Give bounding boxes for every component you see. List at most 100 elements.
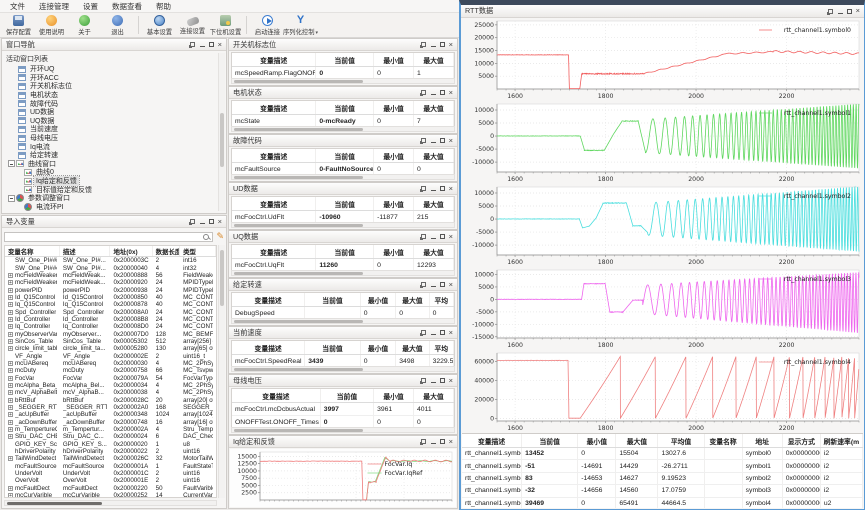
- expand-plus-icon[interactable]: +: [8, 288, 13, 293]
- close-icon[interactable]: ×: [856, 8, 860, 14]
- scroll-thumb[interactable]: [234, 368, 363, 371]
- panel-title-bar[interactable]: 当前速度×: [229, 327, 457, 339]
- expand-plus-icon[interactable]: +: [8, 310, 13, 315]
- close-icon[interactable]: ×: [449, 234, 453, 240]
- column-header[interactable]: 类型: [180, 246, 216, 256]
- scroll-thumb[interactable]: [234, 272, 363, 275]
- column-header[interactable]: 平均值: [658, 434, 704, 447]
- maximize-icon[interactable]: [440, 282, 445, 287]
- expand-plus-icon[interactable]: +: [8, 420, 13, 425]
- expand-plus-icon[interactable]: +: [8, 405, 13, 410]
- variable-row[interactable]: +_acUpBuffer_acUpBuffer0x200003481024arr…: [5, 411, 216, 418]
- expand-plus-icon[interactable]: +: [8, 361, 13, 366]
- table-row[interactable]: mcFocCtrl.mcDcbusActual399739614011: [232, 403, 454, 416]
- maximize-icon[interactable]: [209, 42, 214, 47]
- variable-row[interactable]: +Id_ControllerId_Controller0x200008B824M…: [5, 316, 216, 323]
- panel-title-bar[interactable]: 母线电压×: [229, 375, 457, 387]
- minimize-icon[interactable]: [200, 223, 205, 224]
- variable-row[interactable]: +mcFieldWeakenPIDmcFieldWeak...0x2000092…: [5, 279, 216, 286]
- minimize-icon[interactable]: [431, 443, 436, 444]
- float-window-icon[interactable]: [421, 90, 426, 95]
- expand-plus-icon[interactable]: +: [8, 332, 13, 337]
- iq-chart-svg[interactable]: 150001250010000750050002500FocVar.IqFocV…: [230, 449, 456, 508]
- panel-hscrollbar[interactable]: [231, 427, 455, 433]
- edit-pencil-icon[interactable]: ✎: [216, 232, 224, 241]
- panel-hscrollbar[interactable]: [231, 126, 455, 132]
- variable-row[interactable]: +bRttBufbRttBuf0x2000028C20array[20] of …: [5, 397, 216, 404]
- close-icon[interactable]: ×: [449, 186, 453, 192]
- variable-row[interactable]: UnderVoltUnderVolt0x2000001C2uint16: [5, 470, 216, 477]
- expander-minus-icon[interactable]: [8, 160, 15, 167]
- 使用说明-button[interactable]: 使用说明: [35, 14, 68, 36]
- search-input[interactable]: [5, 233, 202, 240]
- float-window-icon[interactable]: [421, 186, 426, 191]
- column-header[interactable]: 刷新速率(m: [821, 434, 863, 447]
- variable-row[interactable]: +Spd_ControllerSpd_Controller0x200008A02…: [5, 308, 216, 315]
- maximize-icon[interactable]: [440, 439, 445, 444]
- panel-hscrollbar[interactable]: [231, 318, 455, 324]
- column-header[interactable]: 数据长度: [153, 246, 180, 256]
- close-icon[interactable]: ×: [449, 90, 453, 96]
- menu-item-0[interactable]: 文件: [4, 0, 31, 13]
- menu-item-4[interactable]: 帮助: [150, 0, 177, 13]
- search-box[interactable]: [4, 232, 213, 242]
- float-window-icon[interactable]: [421, 234, 426, 239]
- tree-item[interactable]: 电流环PI: [4, 203, 217, 212]
- expand-plus-icon[interactable]: +: [8, 302, 13, 307]
- maximize-icon[interactable]: [209, 219, 214, 224]
- column-header[interactable]: 最小值: [578, 434, 616, 447]
- 下位机设置-button[interactable]: 下位机设置: [209, 14, 242, 36]
- variable-row[interactable]: +mcAlpha_Beta_fbckmcAlpha_Bel...0x200000…: [5, 382, 216, 389]
- variable-row[interactable]: SW_One_PI##inc...SW_One_PI#...0x2000003C…: [5, 257, 216, 264]
- variable-row[interactable]: +TailWindDetectTailWindDetect0x2000026C3…: [5, 455, 216, 462]
- 退出-button[interactable]: 退出: [101, 14, 134, 36]
- navigator-scrollbar[interactable]: [218, 53, 225, 211]
- float-window-icon[interactable]: [421, 42, 426, 47]
- table-row[interactable]: rtt_channel1.symbol283-14653146279.19523…: [462, 473, 863, 485]
- close-icon[interactable]: ×: [218, 219, 222, 225]
- 保存配置-button[interactable]: 保存配置: [2, 14, 35, 36]
- panel-title-bar[interactable]: 给定转速×: [229, 279, 457, 291]
- rtt-chart-4-svg[interactable]: 60000400002000001600180020002200rtt_chan…: [461, 350, 863, 433]
- column-header[interactable]: 地址: [743, 434, 783, 447]
- expand-plus-icon[interactable]: +: [8, 324, 13, 329]
- variable-row[interactable]: mcFaultSourcemcFaultSource0x2000001A1Fau…: [5, 463, 216, 470]
- scroll-thumb[interactable]: [234, 320, 363, 323]
- panel-title-bar[interactable]: 故障代码×: [229, 135, 457, 147]
- variable-row[interactable]: +powerPIDpowerPID0x2000093824MPIDTypeDe: [5, 286, 216, 293]
- 基本设置-button[interactable]: 基本设置: [143, 14, 176, 36]
- 启动连接-button[interactable]: 启动连接: [251, 14, 284, 36]
- panel-hscrollbar[interactable]: [231, 174, 455, 180]
- minimize-icon[interactable]: [838, 13, 843, 14]
- table-row[interactable]: rtt_channel1.symbol01345201550413027.6sy…: [462, 448, 863, 460]
- panel-title-bar[interactable]: UD数据×: [229, 183, 457, 195]
- float-window-icon[interactable]: [421, 439, 426, 444]
- expand-plus-icon[interactable]: +: [8, 376, 13, 381]
- variable-row[interactable]: +myObserverVarmyObserver...0x200007D0128…: [5, 330, 216, 337]
- variables-title-bar[interactable]: 导入变量 ×: [2, 216, 226, 228]
- rtt-chart-3-svg[interactable]: 1000050000-5000-10000-150001600180020002…: [461, 267, 863, 350]
- table-row[interactable]: rtt_channel1.symbol3-32-146561456017.075…: [462, 485, 863, 497]
- column-header[interactable]: 最大值: [616, 434, 658, 447]
- variable-row[interactable]: +Stru_DAC_CHECKStru_DAC_C...0x200000246D…: [5, 433, 216, 440]
- column-header[interactable]: 当前值: [522, 434, 578, 447]
- variable-row[interactable]: +mcFaultDectmcFaultDect0x2000022050Fault…: [5, 485, 216, 492]
- minimize-icon[interactable]: [431, 142, 436, 143]
- variable-row[interactable]: GPIO_KEY_Scan#...GPIO_KEY_S...0x20000020…: [5, 441, 216, 448]
- 序列化控制-button[interactable]: Y序列化控制▾: [284, 14, 317, 36]
- variable-row[interactable]: +_SEGGER_RTT_SEGGER_RTT0x200002A0168SEGG…: [5, 404, 216, 411]
- expand-plus-icon[interactable]: +: [8, 339, 13, 344]
- expand-plus-icon[interactable]: +: [8, 493, 13, 498]
- variable-row[interactable]: +mcFieldWeakenmcFieldWeak...0x2000088856…: [5, 272, 216, 279]
- float-window-icon[interactable]: [190, 42, 195, 47]
- close-icon[interactable]: ×: [218, 42, 222, 48]
- column-header[interactable]: 描述: [60, 246, 111, 256]
- rtt-chart-1-svg[interactable]: 1000050000-5000-100001600180020002200rtt…: [461, 101, 863, 184]
- close-icon[interactable]: ×: [449, 138, 453, 144]
- variable-row[interactable]: +Id_Q15ControlId_Q15Control0x2000085040M…: [5, 294, 216, 301]
- scroll-thumb[interactable]: [234, 429, 363, 432]
- variables-hscrollbar[interactable]: [4, 500, 217, 506]
- expand-plus-icon[interactable]: +: [8, 427, 13, 432]
- expand-plus-icon[interactable]: +: [8, 398, 13, 403]
- menu-item-3[interactable]: 数据查看: [106, 0, 148, 13]
